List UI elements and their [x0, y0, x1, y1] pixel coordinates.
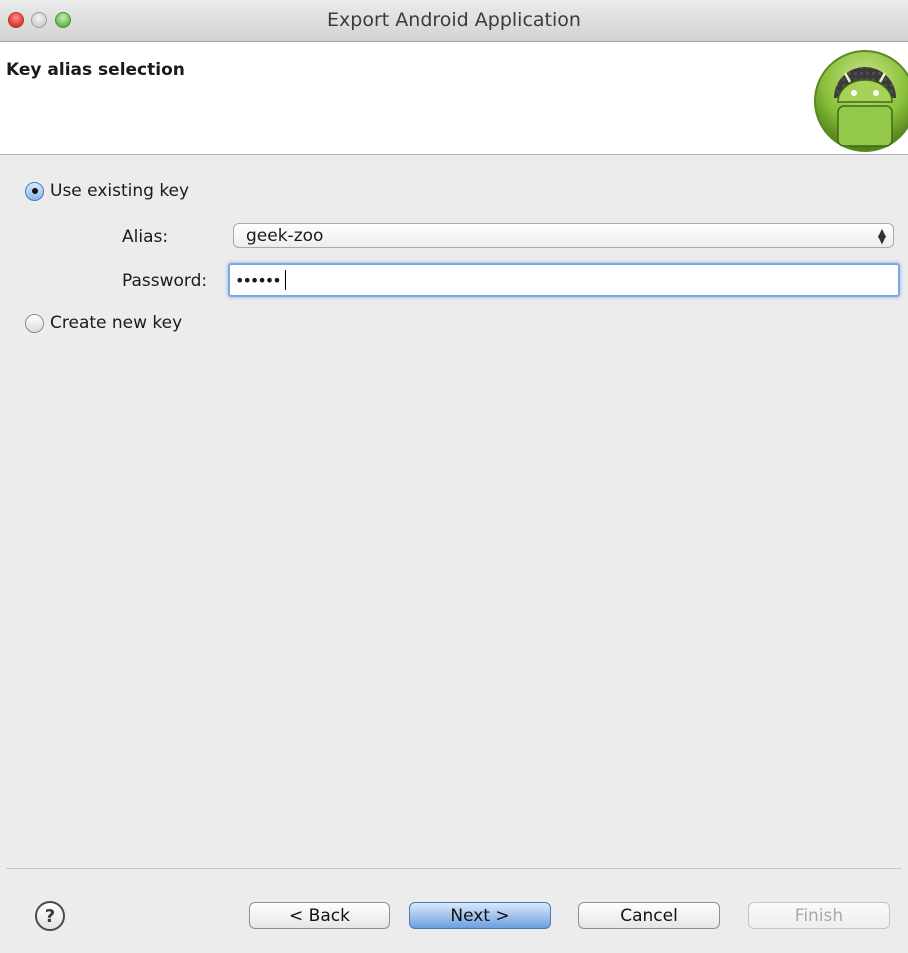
option-use-existing-key[interactable]: Use existing key: [25, 181, 189, 201]
footer-divider: [6, 868, 902, 869]
cancel-button[interactable]: Cancel: [578, 902, 720, 929]
option-create-new-key[interactable]: Create new key: [25, 313, 182, 333]
create-new-radio[interactable]: [25, 313, 44, 333]
alias-select[interactable]: geek-zoo ▲ ▼: [233, 223, 894, 248]
updown-arrows-icon: ▲ ▼: [877, 225, 887, 246]
use-existing-label: Use existing key: [50, 181, 190, 201]
text-caret: [284, 270, 286, 290]
title-bar: Export Android Application: [0, 0, 908, 42]
alias-value: geek-zoo: [246, 225, 324, 246]
password-field[interactable]: ••••••: [228, 263, 900, 297]
next-button[interactable]: Next >: [409, 902, 551, 929]
alias-label: Alias:: [122, 227, 169, 247]
window-title: Export Android Application: [327, 9, 581, 31]
help-icon[interactable]: ?: [35, 901, 65, 931]
android-logo-icon: [814, 50, 908, 152]
radio-selected-dot: [31, 188, 38, 194]
password-label: Password:: [122, 271, 208, 291]
finish-button[interactable]: Finish: [748, 902, 890, 929]
password-masked-value: ••••••: [235, 270, 282, 290]
back-button[interactable]: < Back: [249, 902, 390, 929]
use-existing-radio[interactable]: [25, 181, 44, 201]
create-new-label: Create new key: [50, 313, 183, 333]
page-title: Key alias selection: [6, 60, 185, 80]
wizard-header: Key alias selection: [0, 42, 908, 155]
